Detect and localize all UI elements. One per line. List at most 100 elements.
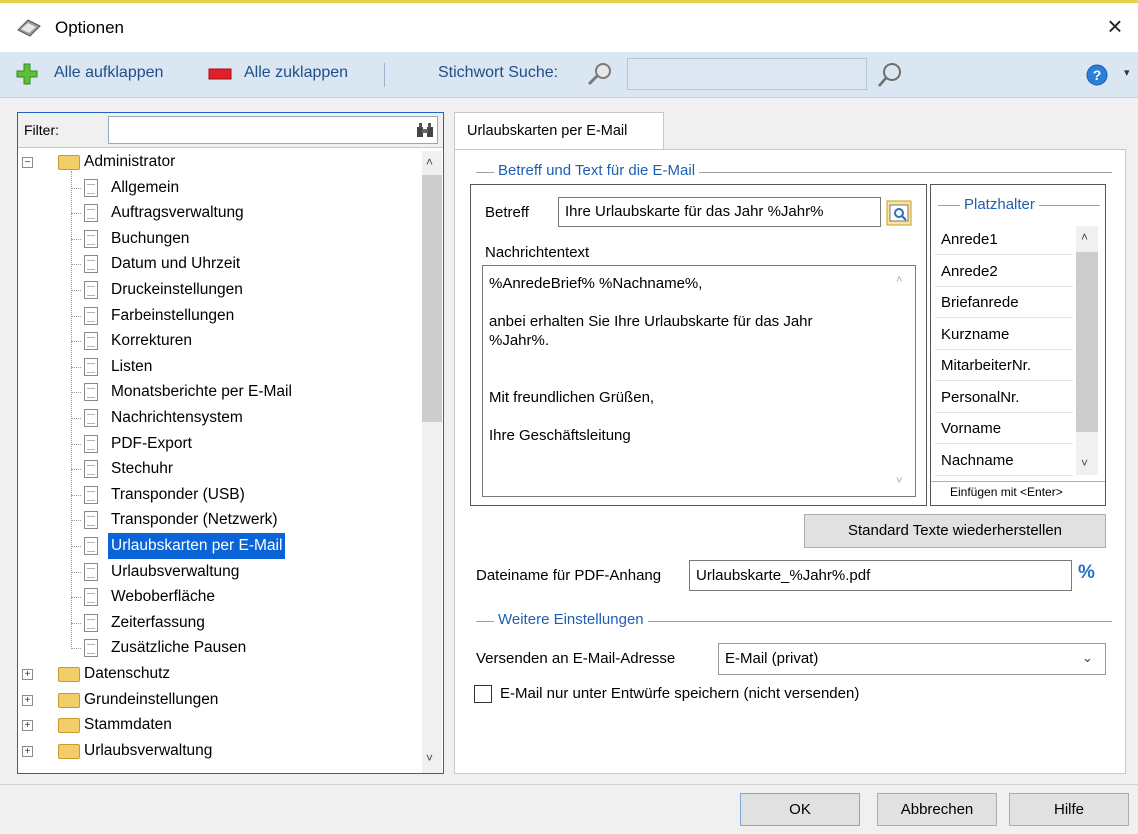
cancel-button[interactable]: Abbrechen	[877, 793, 997, 826]
document-icon	[84, 204, 98, 223]
placeholder-item[interactable]: Anrede2	[935, 256, 1073, 287]
tree-expand-icon[interactable]: +	[22, 669, 33, 680]
document-icon	[84, 229, 98, 248]
filter-label: Filter:	[24, 122, 59, 138]
document-icon	[84, 409, 98, 427]
tree-leaf-item[interactable]: Datum und Uhrzeit	[18, 251, 418, 277]
tree-node-root[interactable]: + Datenschutz	[18, 661, 418, 687]
help-button[interactable]: Hilfe	[1009, 793, 1129, 826]
tree-leaf-item[interactable]: Auftragsverwaltung	[18, 200, 418, 226]
body-line: %Jahr%.	[489, 332, 550, 349]
folder-icon	[58, 718, 80, 734]
search-input[interactable]	[627, 58, 867, 90]
placeholder-item[interactable]: PersonalNr.	[935, 382, 1073, 413]
tree-node-root[interactable]: + Stammdaten	[18, 712, 418, 738]
tree-leaf-label: Stechuhr	[111, 460, 174, 478]
tree-leaf-item[interactable]: Zeiterfassung	[18, 610, 418, 636]
tree-leaf-item[interactable]: Urlaubsverwaltung	[18, 559, 418, 585]
scroll-down-icon[interactable]: ˅	[426, 751, 433, 765]
tree-leaf-item[interactable]: Nachrichtensystem	[18, 405, 418, 431]
placeholder-scrollbar-thumb[interactable]	[1076, 252, 1098, 432]
more-section-title: Weitere Einstellungen	[494, 611, 648, 628]
tree-leaf-item[interactable]: Transponder (Netzwerk)	[18, 507, 418, 533]
placeholder-item[interactable]: MitarbeiterNr.	[935, 350, 1073, 381]
placeholder-item[interactable]: Nachname	[935, 445, 1073, 476]
placeholder-scroll-down-icon[interactable]: ˅	[1081, 456, 1088, 470]
search-icon[interactable]	[876, 61, 904, 89]
percent-placeholder-icon[interactable]: %	[1078, 562, 1095, 584]
binoculars-icon[interactable]	[416, 121, 434, 139]
draft-checkbox[interactable]	[474, 685, 492, 703]
tree-leaf-item[interactable]: Buchungen	[18, 226, 418, 252]
tree-leaf-item[interactable]: Monatsberichte per E-Mail	[18, 379, 418, 405]
document-icon	[84, 485, 98, 504]
tree-leaf-label: PDF-Export	[111, 434, 192, 452]
collapse-all-button[interactable]: Alle zuklappen	[244, 64, 348, 82]
tree-leaf-item[interactable]: Korrekturen	[18, 328, 418, 354]
body-line	[489, 407, 909, 426]
plus-icon	[16, 63, 38, 85]
tree-leaf-item[interactable]: Transponder (USB)	[18, 482, 418, 508]
body-scroll-down-icon[interactable]: ˅	[896, 475, 902, 487]
send-to-label: Versenden an E-Mail-Adresse	[476, 650, 676, 667]
placeholder-item[interactable]: Kurzname	[935, 319, 1073, 350]
tree-expand-icon[interactable]: +	[22, 720, 33, 732]
tab-urlaubskarten[interactable]: Urlaubskarten per E-Mail	[454, 112, 664, 150]
document-icon	[84, 460, 98, 479]
tree-scrollbar-thumb[interactable]	[422, 175, 442, 422]
tree-expand-icon[interactable]: +	[22, 694, 33, 706]
tree-leaf-item[interactable]: Urlaubskarten per E-Mail	[18, 533, 418, 559]
tree-leaf-label: Druckeinstellungen	[111, 281, 243, 298]
help-icon[interactable]: ?	[1086, 64, 1108, 86]
close-button[interactable]: ×	[1100, 11, 1130, 41]
tree-connector	[71, 571, 81, 573]
keyword-search-icon[interactable]	[586, 61, 614, 87]
tree-leaf-item[interactable]: Druckeinstellungen	[18, 277, 418, 303]
body-textarea[interactable]: %AnredeBrief% %Nachname%, anbei erhalten …	[482, 265, 916, 497]
body-scroll-up-icon[interactable]: ˄	[896, 274, 902, 286]
tree-connector	[71, 187, 81, 189]
placeholder-item[interactable]: Anrede1	[935, 224, 1073, 255]
tree-leaf-item[interactable]: Allgemein	[18, 175, 418, 201]
send-to-value: E-Mail (privat)	[725, 650, 819, 667]
placeholder-item[interactable]: Vorname	[935, 413, 1073, 444]
document-icon	[84, 178, 98, 197]
tree-node-label: Urlaubsverwaltung	[84, 741, 213, 759]
tree-leaf-item[interactable]: Weboberfläche	[18, 584, 418, 610]
document-icon	[84, 639, 98, 658]
tree-leaf-item[interactable]: Farbeinstellungen	[18, 303, 418, 329]
tree-leaf-item[interactable]: Listen	[18, 354, 418, 380]
tree-connector	[71, 315, 81, 317]
ok-button[interactable]: OK	[740, 793, 860, 826]
restore-defaults-button[interactable]: Standard Texte wiederherstellen	[804, 514, 1106, 548]
toolbar: Alle aufklappen Alle zuklappen Stichwort…	[0, 52, 1138, 98]
pdf-filename-input[interactable]: Urlaubskarte_%Jahr%.pdf	[689, 560, 1072, 591]
scroll-up-icon[interactable]: ˄	[426, 155, 433, 169]
document-icon	[84, 613, 98, 632]
tree-leaf-item[interactable]: Zusätzliche Pausen	[18, 635, 418, 661]
expand-all-button[interactable]: Alle aufklappen	[54, 64, 163, 82]
svg-text:?: ?	[1093, 67, 1102, 83]
body-line: Ihre Geschäftsleitung	[489, 427, 631, 444]
subject-input[interactable]: Ihre Urlaubskarte für das Jahr %Jahr%	[558, 197, 881, 227]
tree-node-root[interactable]: + Urlaubsverwaltung	[18, 738, 418, 764]
placeholder-item[interactable]: Briefanrede	[935, 287, 1073, 318]
tree-leaf-item[interactable]: PDF-Export	[18, 431, 418, 457]
tree-node-administrator[interactable]: − Administrator	[18, 149, 418, 175]
document-icon	[84, 255, 98, 274]
preview-icon[interactable]	[886, 200, 912, 226]
tree-connector	[71, 366, 81, 368]
document-icon	[84, 306, 98, 325]
body-line: Mit freundlichen Grüßen,	[489, 389, 655, 406]
tree-node-label: Datenschutz	[84, 665, 171, 682]
keyword-search-label: Stichwort Suche:	[438, 64, 559, 81]
placeholder-scroll-up-icon[interactable]: ˄	[1081, 230, 1088, 244]
filter-input[interactable]	[108, 116, 438, 144]
tree-collapse-icon[interactable]: −	[22, 157, 33, 168]
send-to-select[interactable]: E-Mail (privat)	[718, 643, 1106, 675]
tree-leaf-item[interactable]: Stechuhr	[18, 456, 418, 482]
chevron-down-icon[interactable]: ⌄	[1082, 650, 1093, 666]
tree-expand-icon[interactable]: +	[22, 745, 33, 757]
tree-node-root[interactable]: + Grundeinstellungen	[18, 687, 418, 713]
help-dropdown-icon[interactable]: ▾	[1124, 66, 1130, 79]
